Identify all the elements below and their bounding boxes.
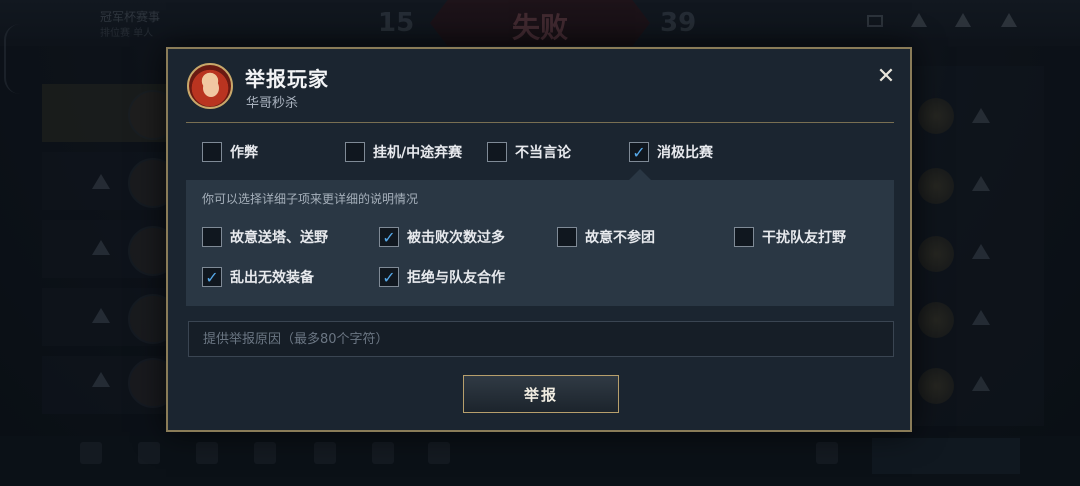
category-negative-play[interactable]: ✓ 消极比赛 [629, 142, 713, 162]
checkbox[interactable]: ✓ [379, 227, 399, 247]
category-afk[interactable]: 挂机/中途弃赛 [345, 142, 462, 162]
checkbox[interactable]: ✓ [202, 267, 222, 287]
detail-label: 故意不参团 [585, 230, 655, 246]
category-abusive-language[interactable]: 不当言论 [487, 142, 571, 162]
checkbox[interactable] [202, 227, 222, 247]
check-icon: ✓ [205, 267, 219, 287]
report-reason-field[interactable] [188, 321, 894, 357]
detail-item-too-many-deaths[interactable]: ✓ 被击败次数过多 [379, 227, 505, 247]
check-icon: ✓ [632, 142, 646, 162]
category-label: 挂机/中途弃赛 [373, 145, 463, 161]
checkbox[interactable] [734, 227, 754, 247]
detail-label: 故意送塔、送野 [230, 230, 328, 246]
player-avatar [187, 63, 233, 109]
checkbox[interactable]: ✓ [629, 142, 649, 162]
category-cheating[interactable]: 作弊 [202, 142, 258, 162]
dialog-title: 举报玩家 [245, 67, 329, 91]
detail-item-no-teamfight[interactable]: 故意不参团 [557, 227, 655, 247]
detail-item-jungle-interference[interactable]: 干扰队友打野 [734, 227, 846, 247]
check-icon: ✓ [382, 227, 396, 247]
hero-portrait-face [203, 79, 219, 97]
detail-panel-pointer [629, 169, 651, 180]
header-divider [186, 122, 894, 123]
checkbox[interactable]: ✓ [379, 267, 399, 287]
checkbox[interactable] [345, 142, 365, 162]
detail-subitems-panel: 你可以选择详细子项来更详细的说明情况 故意送塔、送野 ✓ 被击败次数过多 故意不… [186, 180, 894, 306]
checkbox[interactable] [202, 142, 222, 162]
detail-label: 乱出无效装备 [230, 270, 314, 286]
detail-item-useless-items[interactable]: ✓ 乱出无效装备 [202, 267, 314, 287]
category-label: 消极比赛 [657, 145, 713, 161]
checkbox[interactable] [487, 142, 507, 162]
detail-item-feeding-towers[interactable]: 故意送塔、送野 [202, 227, 328, 247]
reported-player-name: 华哥秒杀 [246, 96, 299, 111]
submit-report-button[interactable]: 举报 [463, 375, 619, 413]
detail-hint: 你可以选择详细子项来更详细的说明情况 [202, 192, 419, 206]
report-dialog: 举报玩家 华哥秒杀 ✕ 作弊 挂机/中途弃赛 不当言论 ✓ 消极比赛 你可以选择… [166, 47, 912, 432]
close-icon[interactable]: ✕ [874, 65, 898, 89]
report-reason-input[interactable] [189, 322, 893, 356]
check-icon: ✓ [382, 267, 396, 287]
category-label: 作弊 [230, 145, 258, 161]
category-label: 不当言论 [515, 145, 571, 161]
detail-label: 被击败次数过多 [407, 230, 505, 246]
detail-label: 干扰队友打野 [762, 230, 846, 246]
detail-item-refuse-cooperation[interactable]: ✓ 拒绝与队友合作 [379, 267, 505, 287]
detail-label: 拒绝与队友合作 [407, 270, 505, 286]
checkbox[interactable] [557, 227, 577, 247]
